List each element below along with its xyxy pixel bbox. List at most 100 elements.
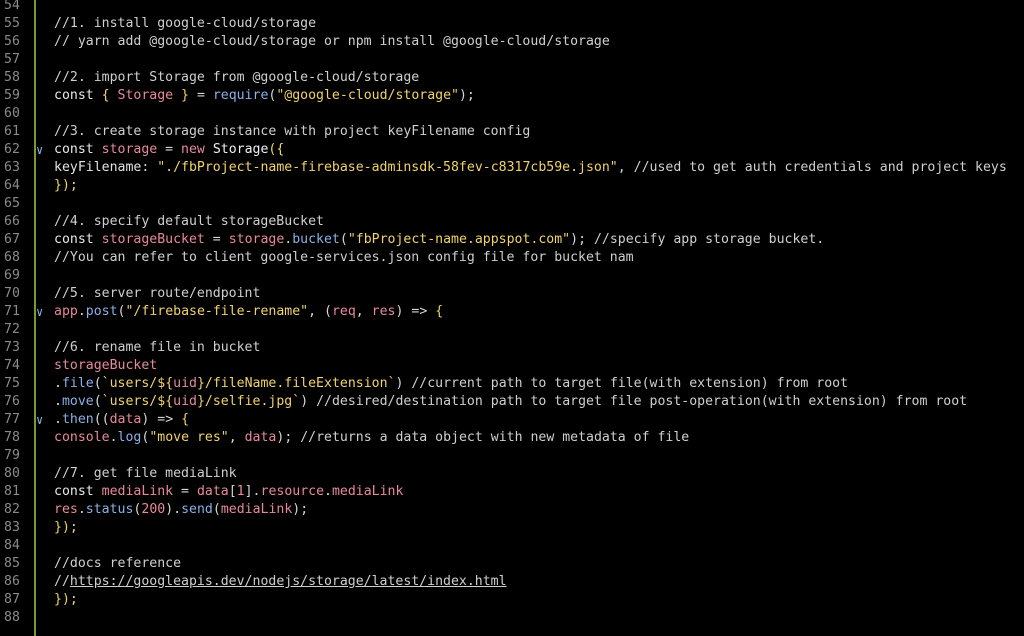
code-line[interactable]: 67 const storageBucket = storage.bucket("… <box>0 231 1024 249</box>
line-number: 70 <box>4 286 20 301</box>
code-token: //2. import Storage from @google-cloud/s… <box>54 70 420 85</box>
code-line[interactable]: 70 //5. server route/endpoint <box>0 285 1024 303</box>
code-token: = <box>189 88 213 103</box>
code-token: //6. rename file in bucket <box>54 340 261 355</box>
code-token: "fbProject-name.appspot.com" <box>347 232 571 247</box>
code-line[interactable]: 74 storageBucket <box>0 357 1024 375</box>
code-token: "@google-cloud/storage" <box>276 88 459 103</box>
code-line[interactable]: 86 //https://googleapis.dev/nodejs/storag… <box>0 573 1024 591</box>
code-token: [ <box>228 484 237 499</box>
code-token: { <box>435 304 444 319</box>
code-line[interactable]: 57 <box>0 51 1024 69</box>
code-token: //3. create storage instance with projec… <box>54 124 531 139</box>
code-token: ) <box>395 376 412 391</box>
line-number: 68 <box>4 250 20 265</box>
code-line[interactable]: 59 const { Storage } = require("@google-c… <box>0 87 1024 105</box>
code-token: { <box>181 412 190 427</box>
code-token: new <box>181 142 213 157</box>
code-line[interactable]: 65 <box>0 195 1024 213</box>
code-line[interactable]: 87}); <box>0 591 1024 609</box>
code-token: //4. specify default storageBucket <box>54 214 324 229</box>
line-number: 87 <box>4 592 20 607</box>
code-token: //specify app storage bucket. <box>593 232 825 247</box>
code-line[interactable]: 61 //3. create storage instance with proj… <box>0 123 1024 141</box>
code-token: . <box>77 304 86 319</box>
code-token: const <box>54 232 102 247</box>
chevron-down-icon[interactable]: ∨ <box>36 303 50 321</box>
code-token: ) => <box>141 412 182 427</box>
code-line[interactable]: 77 ∨ .then((data) => { <box>0 411 1024 429</box>
code-text: res.status(200).send(mediaLink); <box>54 501 308 519</box>
code-line[interactable]: 68 //You can refer to client google-servi… <box>0 249 1024 267</box>
code-line[interactable]: 84 <box>0 537 1024 555</box>
code-line[interactable]: 71 ∨ app.post("/firebase-file-rename", (re… <box>0 303 1024 321</box>
code-line[interactable]: 80 //7. get file mediaLink <box>0 465 1024 483</box>
code-text: storageBucket <box>54 357 157 375</box>
code-token: . <box>54 376 62 391</box>
code-line[interactable]: 82 res.status(200).send(mediaLink); <box>0 501 1024 519</box>
code-token: mediaLink <box>331 484 404 499</box>
code-line[interactable]: 75 .file(`users/${uid}/fileName.fileExten… <box>0 375 1024 393</box>
code-token: . <box>77 502 86 517</box>
code-token: "/firebase-file-rename" <box>125 304 309 319</box>
code-line[interactable]: 81 const mediaLink = data[1].resource.med… <box>0 483 1024 501</box>
code-line[interactable]: 66 //4. specify default storageBucket <box>0 213 1024 231</box>
code-token: req <box>331 304 356 319</box>
code-line[interactable]: 63 keyFilename: "./fbProject-name-firebas… <box>0 159 1024 177</box>
code-token: send <box>181 502 213 517</box>
code-line[interactable]: 76 .move(`users/${uid}/selfie.jpg`) //des… <box>0 393 1024 411</box>
code-line[interactable]: 58 //2. import Storage from @google-cloud… <box>0 69 1024 87</box>
code-token: . <box>54 412 62 427</box>
code-token: ) => <box>395 304 436 319</box>
code-token: const <box>54 142 102 157</box>
line-number: 75 <box>4 376 20 391</box>
code-line[interactable]: 79 <box>0 447 1024 465</box>
code-token: }); <box>54 520 78 535</box>
line-number: 58 <box>4 70 20 85</box>
code-token: , <box>355 304 372 319</box>
code-line[interactable]: 62 ∨ const storage = new Storage({ <box>0 141 1024 159</box>
code-token: storage <box>101 142 158 157</box>
code-line[interactable]: 73 //6. rename file in bucket <box>0 339 1024 357</box>
code-line[interactable]: 54 <box>0 0 1024 15</box>
code-token: ( <box>117 304 126 319</box>
code-editor[interactable]: 54 55 //1. install google-cloud/storage 56 /… <box>0 0 1024 636</box>
code-token: `users/${ <box>101 394 174 409</box>
code-line[interactable]: 60 <box>0 105 1024 123</box>
code-token: , <box>228 430 245 445</box>
code-line[interactable]: 85 //docs reference <box>0 555 1024 573</box>
code-token: const <box>54 88 102 103</box>
code-line[interactable]: 56 // yarn add @google-cloud/storage or n… <box>0 33 1024 51</box>
code-text: const mediaLink = data[1].resource.media… <box>54 483 403 501</box>
code-token: res <box>54 502 78 517</box>
code-token: mediaLink <box>220 502 293 517</box>
code-line[interactable]: 69 <box>0 267 1024 285</box>
code-token: ]. <box>244 484 261 499</box>
code-token: ). <box>165 502 182 517</box>
code-line[interactable]: 78 console.log("move res", data); //retur… <box>0 429 1024 447</box>
code-token: data <box>109 412 142 427</box>
code-token: // <box>54 574 70 589</box>
code-line[interactable]: 64}); <box>0 177 1024 195</box>
code-token: ); <box>292 502 309 517</box>
code-token: //desired/destination path to target fil… <box>316 394 968 409</box>
code-line[interactable]: 88 <box>0 609 1024 627</box>
line-number: 79 <box>4 448 20 463</box>
code-token: `users/${ <box>101 376 174 391</box>
code-token: resource <box>260 484 325 499</box>
code-token: } <box>173 88 189 103</box>
line-number: 63 <box>4 160 20 175</box>
code-token: file <box>61 376 94 391</box>
code-token: ); <box>458 88 475 103</box>
chevron-down-icon[interactable]: ∨ <box>36 141 50 159</box>
line-number: 73 <box>4 340 20 355</box>
code-line[interactable]: 72 <box>0 321 1024 339</box>
code-line[interactable]: 55 //1. install google-cloud/storage <box>0 15 1024 33</box>
code-token: res <box>371 304 396 319</box>
code-line[interactable]: 83}); <box>0 519 1024 537</box>
line-number: 59 <box>4 88 20 103</box>
code-token: { <box>101 88 118 103</box>
code-token: data <box>196 484 229 499</box>
chevron-down-icon[interactable]: ∨ <box>36 411 50 429</box>
code-text: //1. install google-cloud/storage <box>54 15 316 33</box>
